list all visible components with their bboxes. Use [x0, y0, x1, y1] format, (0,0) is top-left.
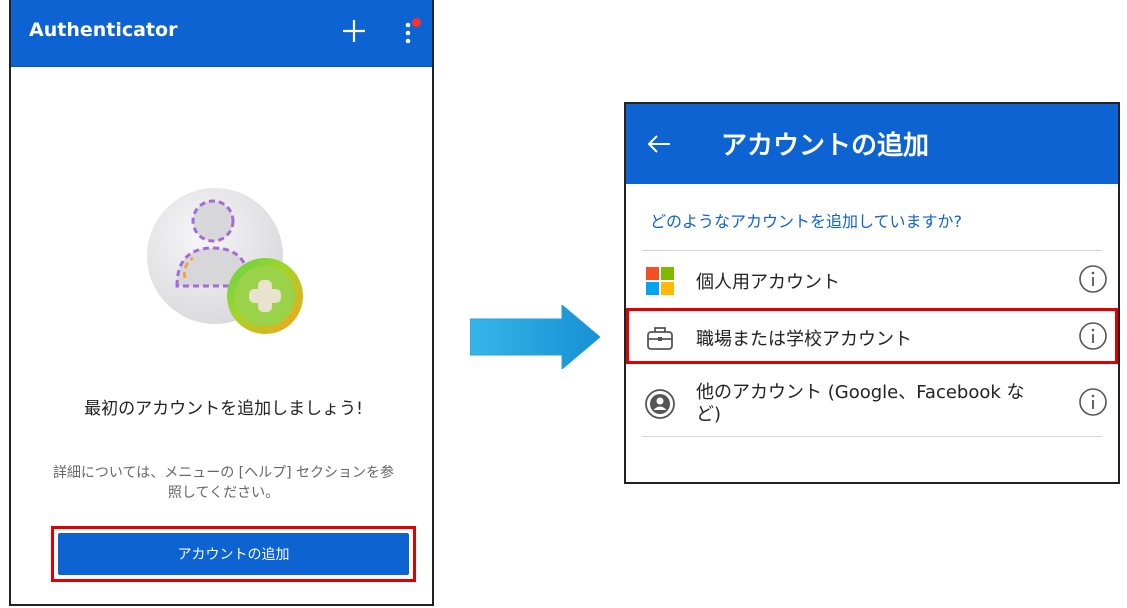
info-icon[interactable]: [1078, 264, 1108, 294]
microsoft-logo-icon: [646, 267, 674, 295]
authenticator-home-screen: Authenticator 最初のアカウントを追加しましょう! 詳細については、…: [9, 0, 434, 606]
add-account-screen: アカウントの追加 どのようなアカウントを追加していますか? 個人用アカウント 職…: [624, 102, 1120, 484]
option-work-school-account[interactable]: 職場または学校アカウント: [626, 308, 1118, 364]
info-icon[interactable]: [1078, 387, 1108, 417]
account-type-question: どのようなアカウントを追加していますか?: [650, 212, 963, 231]
option-label: 個人用アカウント: [696, 272, 840, 293]
add-account-illustration: [147, 188, 303, 334]
arrow-right-icon: [470, 305, 600, 369]
info-icon[interactable]: [1078, 321, 1108, 351]
app-bar: Authenticator: [11, 0, 432, 67]
option-label: 職場または学校アカウント: [696, 329, 912, 350]
user-circle-icon: [645, 389, 675, 419]
option-personal-account[interactable]: 個人用アカウント: [626, 251, 1118, 307]
briefcase-icon: [647, 327, 673, 350]
option-other-account[interactable]: 他のアカウント (Google、Facebook など): [626, 374, 1118, 430]
add-account-header: アカウントの追加: [626, 104, 1118, 184]
plus-icon[interactable]: [341, 18, 367, 44]
first-account-title: 最初のアカウントを追加しましょう!: [84, 399, 363, 419]
option-label: 他のアカウント (Google、Facebook など): [696, 382, 1025, 425]
help-text: 詳細については、メニューの [ヘルプ] セクションを参照してください。: [52, 465, 395, 501]
page-title: アカウントの追加: [721, 131, 930, 161]
add-account-highlight: アカウントの追加: [51, 526, 416, 582]
back-arrow-icon[interactable]: [646, 131, 672, 157]
notification-badge: [412, 18, 421, 27]
divider: [642, 436, 1102, 437]
app-title: Authenticator: [29, 19, 178, 41]
add-account-button[interactable]: アカウントの追加: [58, 533, 409, 575]
